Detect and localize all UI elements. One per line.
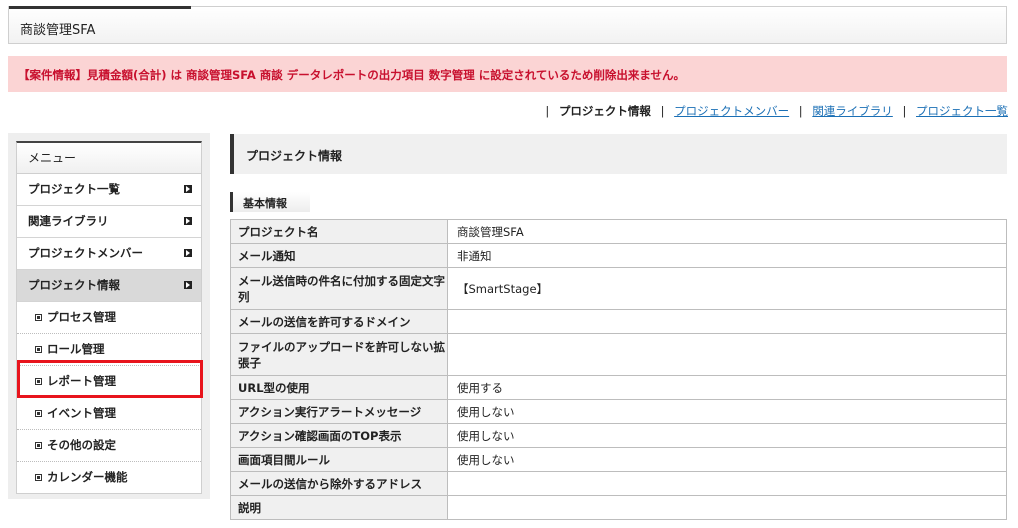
arrow-right-icon xyxy=(184,249,192,257)
bullet-square-icon xyxy=(35,346,42,353)
table-row: 画面項目間ルール 使用しない xyxy=(230,447,1007,472)
sidebar-subitem-label: カレンダー機能 xyxy=(47,470,128,484)
sidebar-item-project-members[interactable]: プロジェクトメンバー xyxy=(17,238,201,270)
row-label: メールの送信を許可するドメイン xyxy=(230,309,448,334)
sidebar: メニュー プロジェクト一覧 関連ライブラリ プロジェクトメンバー プロジェクト情… xyxy=(8,133,210,499)
bullet-square-icon xyxy=(35,314,42,321)
sidebar-item-label: 関連ライブラリ xyxy=(28,214,109,228)
arrow-right-icon xyxy=(184,217,192,225)
subnav-separator: | xyxy=(660,104,665,118)
sub-navigation: | プロジェクト情報 | プロジェクトメンバー | 関連ライブラリ | プロジェ… xyxy=(539,103,1008,119)
project-info-table: プロジェクト名 商談管理SFA メール通知 非通知 メール送信時の件名に付加する… xyxy=(230,219,1007,520)
sidebar-subitem-label: レポート管理 xyxy=(47,374,116,388)
subnav-separator: | xyxy=(798,104,803,118)
menu-heading: メニュー xyxy=(17,143,201,174)
row-value: 使用する xyxy=(447,375,1007,400)
row-value xyxy=(447,333,1007,376)
sidebar-item-project-list[interactable]: プロジェクト一覧 xyxy=(17,174,201,206)
sidebar-item-related-library[interactable]: 関連ライブラリ xyxy=(17,206,201,238)
sidebar-subitem-label: その他の設定 xyxy=(47,438,116,452)
sidebar-subitem-label: ロール管理 xyxy=(47,342,105,356)
subnav-link-project-members[interactable]: プロジェクトメンバー xyxy=(674,104,789,118)
bullet-square-icon xyxy=(35,474,42,481)
table-row: 説明 xyxy=(230,495,1007,520)
page-title: プロジェクト情報 xyxy=(246,149,343,163)
row-label: メール通知 xyxy=(230,243,448,268)
sidebar-subitem-process[interactable]: プロセス管理 xyxy=(17,302,201,334)
bullet-square-icon xyxy=(35,410,42,417)
table-row: メール通知 非通知 xyxy=(230,243,1007,268)
app-title: 商談管理SFA xyxy=(20,23,96,38)
table-row: プロジェクト名 商談管理SFA xyxy=(230,219,1007,244)
table-row: メールの送信から除外するアドレス xyxy=(230,471,1007,496)
subnav-separator: | xyxy=(902,104,907,118)
sidebar-subitem-event[interactable]: イベント管理 xyxy=(17,398,201,430)
sidebar-subitem-calendar[interactable]: カレンダー機能 xyxy=(17,462,201,493)
arrow-right-icon xyxy=(184,281,192,289)
table-row: アクション実行アラートメッセージ 使用しない xyxy=(230,399,1007,424)
row-value xyxy=(447,309,1007,334)
row-value: 【SmartStage】 xyxy=(447,267,1007,310)
subnav-link-related-library[interactable]: 関連ライブラリ xyxy=(812,104,893,118)
row-value: 非通知 xyxy=(447,243,1007,268)
sidebar-item-label: プロジェクト情報 xyxy=(28,278,120,292)
row-label: 説明 xyxy=(230,495,448,520)
row-value xyxy=(447,471,1007,496)
sidebar-menu: メニュー プロジェクト一覧 関連ライブラリ プロジェクトメンバー プロジェクト情… xyxy=(16,141,202,494)
row-label: 画面項目間ルール xyxy=(230,447,448,472)
row-label: ファイルのアップロードを許可しない拡張子 xyxy=(230,333,448,376)
row-label: アクション実行アラートメッセージ xyxy=(230,399,448,424)
sidebar-subitem-report[interactable]: レポート管理 xyxy=(17,366,201,398)
sidebar-subitem-role[interactable]: ロール管理 xyxy=(17,334,201,366)
app-header: 商談管理SFA xyxy=(8,6,1007,44)
sidebar-subitem-other-settings[interactable]: その他の設定 xyxy=(17,430,201,462)
sidebar-subitem-label: イベント管理 xyxy=(47,406,116,420)
row-label: アクション確認画面のTOP表示 xyxy=(230,423,448,448)
table-row: メールの送信を許可するドメイン xyxy=(230,309,1007,334)
row-value: 使用しない xyxy=(447,423,1007,448)
sidebar-subitem-label: プロセス管理 xyxy=(47,310,116,324)
bullet-square-icon xyxy=(35,378,42,385)
row-label: メール送信時の件名に付加する固定文字列 xyxy=(230,267,448,310)
row-label: プロジェクト名 xyxy=(230,219,448,244)
row-label: URL型の使用 xyxy=(230,375,448,400)
error-banner: 【案件情報】見積金額(合計) は 商談管理SFA 商談 データレポートの出力項目… xyxy=(8,56,1007,92)
subnav-link-project-list[interactable]: プロジェクト一覧 xyxy=(916,104,1008,118)
sidebar-item-label: プロジェクトメンバー xyxy=(28,246,143,260)
arrow-right-icon xyxy=(184,185,192,193)
sidebar-item-project-info[interactable]: プロジェクト情報 xyxy=(17,270,201,302)
table-row: メール送信時の件名に付加する固定文字列 【SmartStage】 xyxy=(230,267,1007,310)
row-value: 使用しない xyxy=(447,399,1007,424)
bullet-square-icon xyxy=(35,442,42,449)
row-value xyxy=(447,495,1007,520)
row-value: 商談管理SFA xyxy=(447,219,1007,244)
table-row: URL型の使用 使用する xyxy=(230,375,1007,400)
row-label: メールの送信から除外するアドレス xyxy=(230,471,448,496)
table-row: アクション確認画面のTOP表示 使用しない xyxy=(230,423,1007,448)
sidebar-item-label: プロジェクト一覧 xyxy=(28,182,120,196)
row-value: 使用しない xyxy=(447,447,1007,472)
section-heading: 基本情報 xyxy=(230,192,310,212)
table-row: ファイルのアップロードを許可しない拡張子 xyxy=(230,333,1007,376)
header-accent-bar xyxy=(9,6,191,9)
subnav-separator: | xyxy=(545,104,550,118)
subnav-project-info: プロジェクト情報 xyxy=(558,104,651,118)
page-title-bar: プロジェクト情報 xyxy=(230,134,1007,174)
